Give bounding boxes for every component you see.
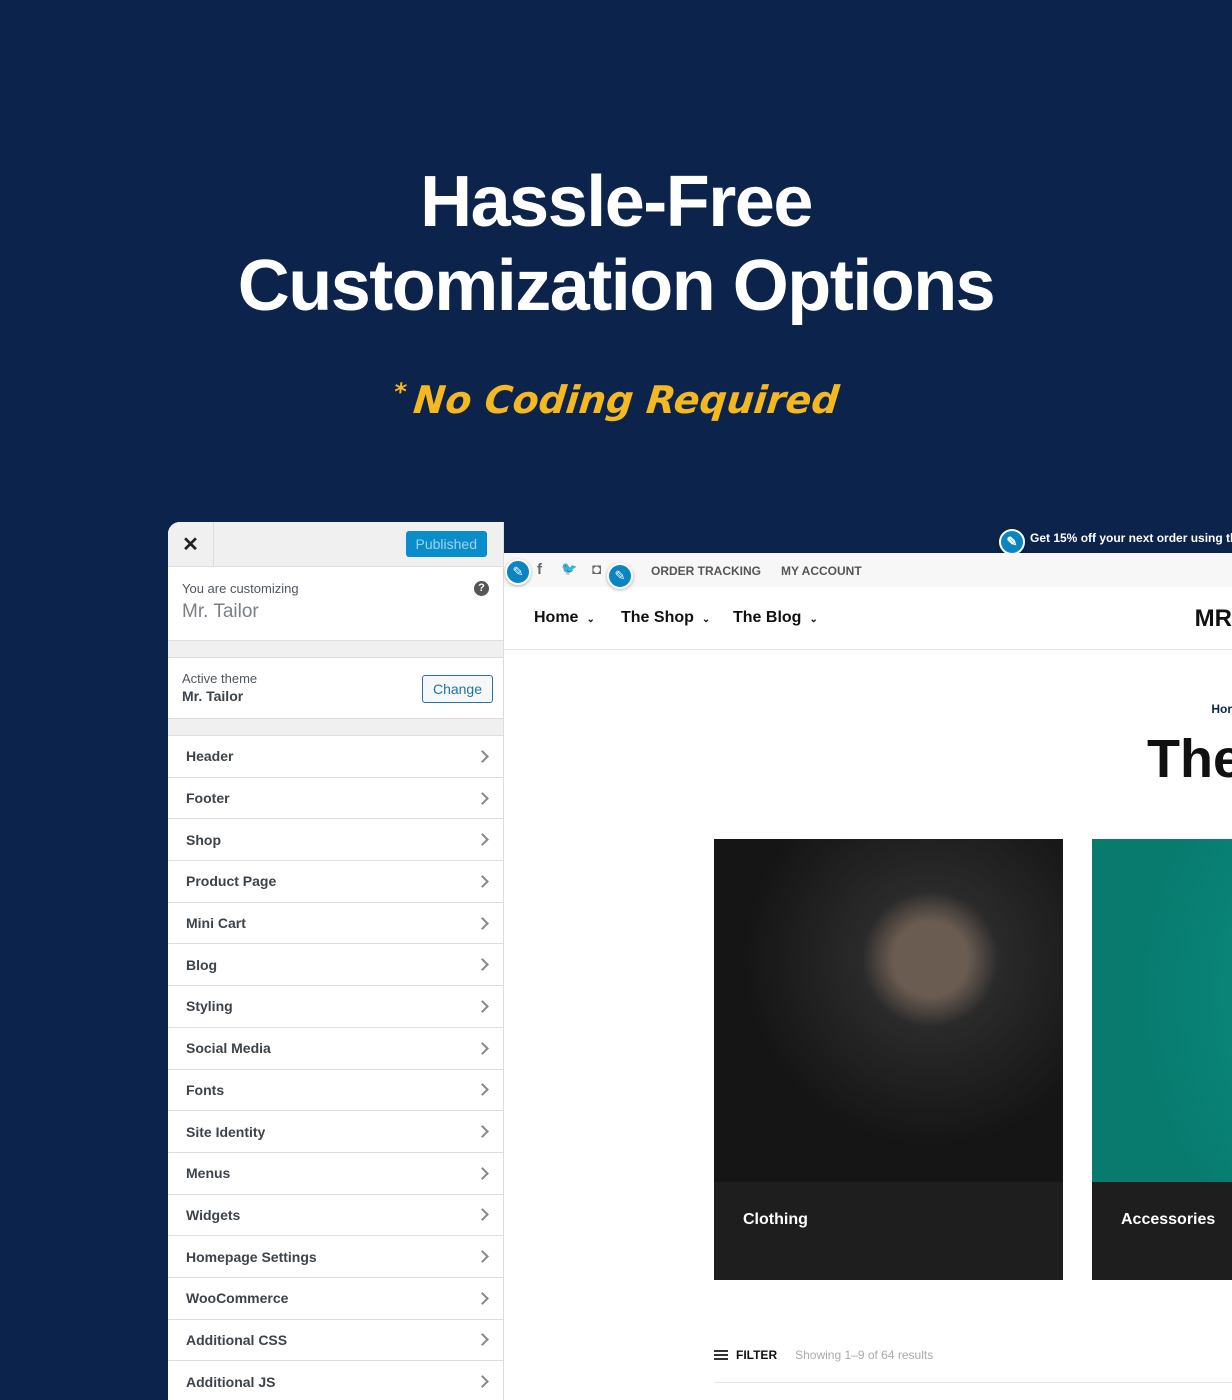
chevron-right-icon: [476, 1250, 489, 1263]
customizer-item-styling[interactable]: Styling: [168, 986, 503, 1028]
item-label: Styling: [186, 998, 233, 1015]
menu-icon[interactable]: [714, 1350, 728, 1360]
chevron-right-icon: [476, 1125, 489, 1138]
edit-pencil-icon[interactable]: ✎: [505, 559, 531, 585]
change-theme-button[interactable]: Change: [421, 675, 493, 703]
customizer-item-blog[interactable]: Blog: [168, 944, 503, 987]
customizer-item-mini-cart[interactable]: Mini Cart: [168, 902, 503, 945]
chevron-right-icon: [476, 749, 489, 763]
filter-button[interactable]: FILTER: [736, 1348, 777, 1362]
close-icon[interactable]: ✕: [168, 522, 214, 567]
customizer-item-shop[interactable]: Shop: [168, 819, 503, 862]
promo-text: Get 15% off your next order using the: [1030, 531, 1232, 545]
nav-the-blog[interactable]: The Blog ⌄: [733, 609, 818, 627]
filter-bar: FILTER Showing 1–9 of 64 results: [714, 1348, 933, 1362]
customizer-item-site-identity[interactable]: Site Identity: [168, 1111, 503, 1153]
chevron-right-icon: [476, 833, 489, 847]
clothing-image: [714, 839, 1063, 1182]
site-logo[interactable]: MR: [1195, 605, 1232, 633]
nav-home[interactable]: Home ⌄: [534, 609, 595, 627]
asterisk: *: [392, 378, 409, 406]
customizing-label: You are customizing: [182, 581, 299, 596]
customizer-item-additional-js[interactable]: Additional JS: [168, 1361, 503, 1400]
published-button[interactable]: Published: [405, 531, 487, 557]
page-title: The: [1147, 729, 1232, 789]
screenshot-frame: ✕ Published You are customizing Mr. Tail…: [168, 522, 1232, 1400]
accessories-image: [1092, 839, 1232, 1182]
chevron-right-icon: [476, 958, 489, 972]
chevron-right-icon: [476, 1083, 489, 1097]
item-label: Footer: [186, 790, 230, 807]
chevron-right-icon: [476, 1041, 489, 1055]
category-card-accessories[interactable]: Accessories: [1092, 839, 1232, 1280]
hero-line-2: Customization Options: [237, 246, 996, 326]
edit-pencil-icon[interactable]: ✎: [607, 563, 633, 589]
item-label: Product Page: [186, 873, 277, 890]
edit-pencil-icon[interactable]: ✎: [999, 529, 1025, 555]
customizer-item-additional-css[interactable]: Additional CSS: [168, 1319, 503, 1362]
customizer-panel: ✕ Published You are customizing Mr. Tail…: [168, 522, 504, 1400]
item-label: Additional CSS: [186, 1331, 288, 1348]
chevron-right-icon: [476, 916, 489, 930]
breadcrumb[interactable]: Hor: [1211, 702, 1232, 716]
item-label: Shop: [186, 831, 221, 848]
instagram-icon[interactable]: ◘: [592, 561, 601, 578]
customizer-item-menus[interactable]: Menus: [168, 1152, 503, 1195]
customizing-info: You are customizing Mr. Tailor ?: [168, 567, 503, 641]
hero-line-1: Hassle-Free: [420, 162, 813, 242]
customizer-item-fonts[interactable]: Fonts: [168, 1069, 503, 1112]
item-label: Header: [186, 748, 234, 765]
twitter-icon[interactable]: 🐦: [561, 561, 577, 577]
facebook-icon[interactable]: f: [537, 561, 542, 578]
main-nav: Home ⌄ The Shop ⌄ The Blog ⌄ MR: [504, 587, 1232, 650]
results-count: Showing 1–9 of 64 results: [795, 1348, 934, 1362]
chevron-right-icon: [476, 1375, 489, 1389]
order-tracking-link[interactable]: ORDER TRACKING: [651, 564, 761, 578]
item-label: Site Identity: [186, 1123, 266, 1140]
nav-the-shop[interactable]: The Shop ⌄: [621, 609, 710, 627]
customizer-item-product-page[interactable]: Product Page: [168, 861, 503, 903]
customizer-item-footer[interactable]: Footer: [168, 777, 503, 820]
hero-title: Hassle-Free Customization Options: [0, 160, 1232, 328]
chevron-right-icon: [476, 1000, 489, 1013]
category-label: Clothing: [743, 1211, 808, 1228]
my-account-link[interactable]: MY ACCOUNT: [781, 564, 862, 578]
customizer-item-widgets[interactable]: Widgets: [168, 1194, 503, 1237]
customizer-item-homepage-settings[interactable]: Homepage Settings: [168, 1236, 503, 1278]
item-label: Menus: [186, 1165, 231, 1182]
chevron-right-icon: [476, 1333, 489, 1347]
customizing-value: Mr. Tailor: [182, 601, 259, 622]
customizer-item-header[interactable]: Header: [168, 736, 503, 778]
chevron-right-icon: [476, 1166, 489, 1180]
top-bar: ✎ f 🐦 ◘ ✎ ORDER TRACKING MY ACCOUNT: [504, 553, 1232, 589]
chevron-down-icon: ⌄: [701, 614, 711, 625]
help-icon[interactable]: ?: [474, 581, 489, 596]
customizer-item-woocommerce[interactable]: WooCommerce: [168, 1277, 503, 1320]
chevron-right-icon: [476, 875, 489, 888]
item-label: Mini Cart: [186, 915, 246, 932]
promo-bar: Get 15% off your next order using the ✎: [504, 522, 1232, 555]
site-preview: Get 15% off your next order using the ✎ …: [504, 522, 1232, 1400]
chevron-right-icon: [476, 1291, 489, 1305]
customizer-item-social-media[interactable]: Social Media: [168, 1027, 503, 1070]
tagline: *No Coding Required: [0, 378, 1232, 422]
tagline-text: No Coding Required: [411, 378, 842, 422]
item-label: Homepage Settings: [186, 1248, 317, 1265]
chevron-right-icon: [476, 791, 489, 805]
item-label: Social Media: [186, 1040, 271, 1057]
item-label: WooCommerce: [186, 1290, 289, 1307]
category-label: Accessories: [1121, 1211, 1216, 1228]
chevron-down-icon: ⌄: [586, 614, 595, 625]
chevron-right-icon: [476, 1208, 489, 1222]
active-theme: Active theme Mr. Tailor Change: [168, 657, 503, 719]
item-label: Blog: [186, 956, 218, 973]
category-card-clothing[interactable]: Clothing: [714, 839, 1063, 1280]
item-label: Fonts: [186, 1081, 225, 1098]
item-label: Additional JS: [186, 1373, 276, 1390]
chevron-down-icon: ⌄: [809, 614, 818, 625]
item-label: Widgets: [186, 1206, 241, 1223]
